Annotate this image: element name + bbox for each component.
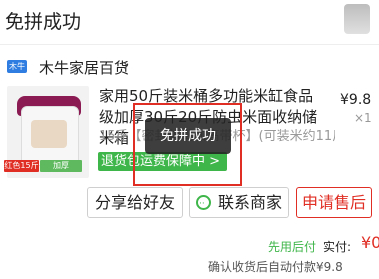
thumb-tag-green: 加厚 (40, 160, 82, 172)
avatar[interactable] (344, 4, 370, 34)
product-price: ¥9.8 (340, 92, 372, 108)
auto-confirm-note: 确认收货后自动付款¥9.8 (208, 260, 343, 274)
page-title: 免拼成功 (5, 11, 82, 33)
header-bar: 免拼成功 (0, 0, 379, 44)
after-sales-button[interactable]: 申请售后 (296, 187, 372, 218)
share-button[interactable]: 分享给好友 (87, 187, 183, 218)
divider (0, 44, 379, 45)
chevron-right-icon: › (123, 56, 129, 74)
order-screen: 免拼成功 木牛 木牛家居百货 › 红色15斤 加厚 家用50斤装米桶多功能米缸食… (0, 0, 379, 279)
pay-later-label: 先用后付 (268, 240, 317, 254)
contact-merchant-button[interactable]: ·· 联系商家 (189, 187, 289, 218)
store-name[interactable]: 木牛家居百货 (39, 57, 129, 78)
paid-amount: ¥0 (361, 233, 379, 252)
store-badge: 木牛 (7, 60, 27, 73)
contact-merchant-label: 联系商家 (218, 193, 283, 212)
bin-window-graphic (31, 120, 67, 148)
product-quantity: ×1 (354, 111, 372, 125)
paid-label: 实付: (323, 240, 352, 254)
wechat-dots-icon: ·· (199, 199, 205, 209)
highlight-box (133, 103, 242, 186)
thumb-tag-red: 红色15斤 (4, 160, 39, 172)
